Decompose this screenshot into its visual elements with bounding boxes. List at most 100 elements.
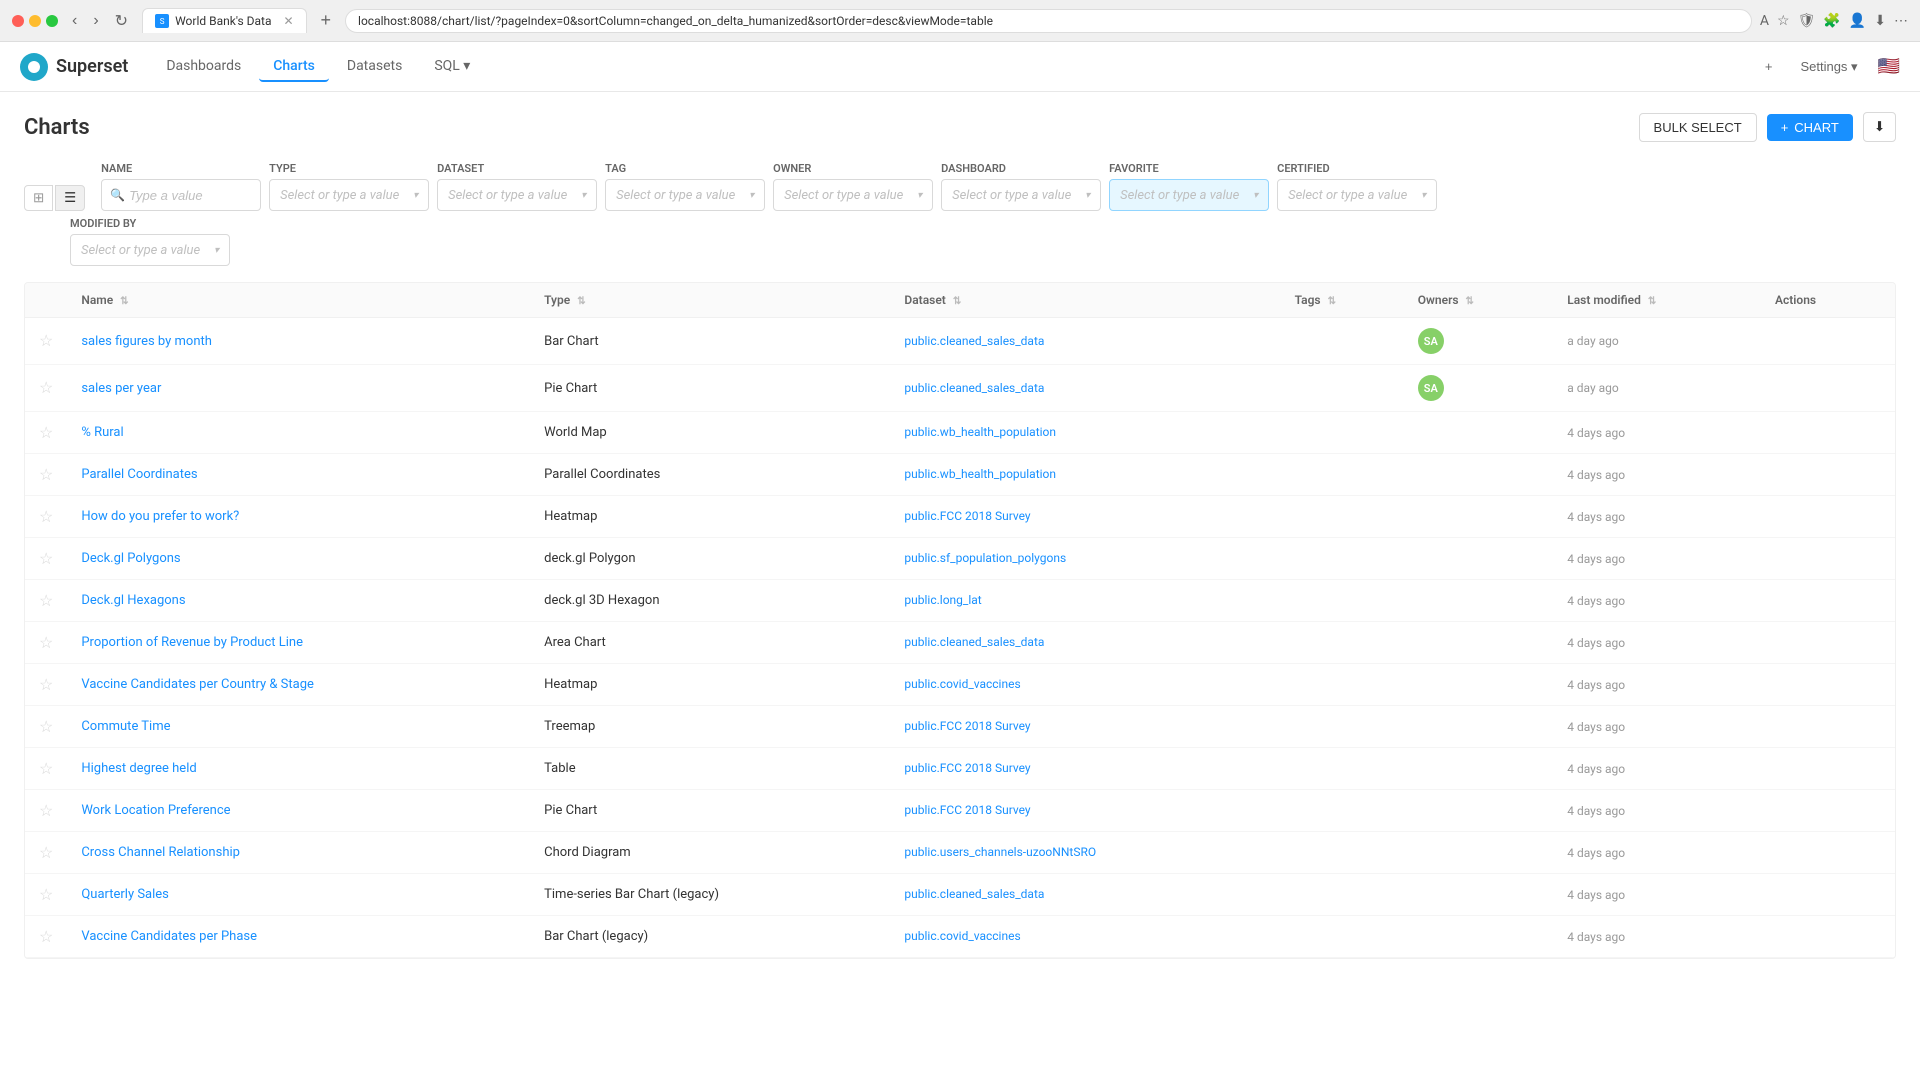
th-tags[interactable]: Tags ⇅ bbox=[1281, 283, 1404, 318]
more-button[interactable]: ⋯ bbox=[1804, 758, 1822, 779]
th-name[interactable]: Name ⇅ bbox=[67, 283, 530, 318]
favorite-star-button[interactable]: ☆ bbox=[39, 507, 53, 527]
add-button[interactable]: + bbox=[1757, 55, 1781, 78]
edit-button[interactable]: ✏️ bbox=[1775, 842, 1796, 863]
th-last-modified[interactable]: Last modified ⇅ bbox=[1553, 283, 1761, 318]
dataset-link[interactable]: public.cleaned_sales_data bbox=[904, 381, 1044, 395]
favorite-star-button[interactable]: ☆ bbox=[39, 801, 53, 821]
chart-name-link[interactable]: sales per year bbox=[81, 381, 161, 396]
edit-button[interactable]: ✏️ bbox=[1775, 378, 1796, 399]
extension-icon[interactable]: 🧩 bbox=[1823, 13, 1840, 29]
dataset-link[interactable]: public.cleaned_sales_data bbox=[904, 887, 1044, 901]
type-filter-select[interactable]: Select or type a value ▾ bbox=[269, 179, 429, 211]
new-tab-button[interactable]: + bbox=[315, 8, 338, 33]
bulk-select-button[interactable]: BULK SELECT bbox=[1639, 113, 1757, 142]
bookmark-icon[interactable]: ☆ bbox=[1777, 13, 1790, 29]
modified-by-filter-select[interactable]: Select or type a value ▾ bbox=[70, 234, 230, 266]
dataset-link[interactable]: public.sf_population_polygons bbox=[904, 551, 1066, 565]
list-view-button[interactable]: ☰ bbox=[55, 185, 85, 211]
more-button[interactable]: ⋯ bbox=[1804, 674, 1822, 695]
favorite-star-button[interactable]: ☆ bbox=[39, 675, 53, 695]
back-button[interactable]: ‹ bbox=[66, 10, 83, 32]
more-button[interactable]: ⋯ bbox=[1804, 632, 1822, 653]
edit-button[interactable]: ✏️ bbox=[1775, 674, 1796, 695]
edit-button[interactable]: ✏️ bbox=[1775, 632, 1796, 653]
translate-icon[interactable]: A bbox=[1760, 13, 1769, 29]
dataset-link[interactable]: public.FCC 2018 Survey bbox=[904, 803, 1030, 817]
edit-button[interactable]: ✏️ bbox=[1775, 331, 1796, 352]
dataset-link[interactable]: public.cleaned_sales_data bbox=[904, 635, 1044, 649]
th-type[interactable]: Type ⇅ bbox=[530, 283, 890, 318]
chart-name-link[interactable]: Vaccine Candidates per Phase bbox=[81, 929, 257, 944]
edit-button[interactable]: ✏️ bbox=[1775, 716, 1796, 737]
more-button[interactable]: ⋯ bbox=[1804, 331, 1822, 352]
dataset-filter-select[interactable]: Select or type a value ▾ bbox=[437, 179, 597, 211]
profile-icon[interactable]: 👤 bbox=[1849, 13, 1866, 29]
download-icon[interactable]: ⬇ bbox=[1874, 13, 1886, 29]
certified-filter-select[interactable]: Select or type a value ▾ bbox=[1277, 179, 1437, 211]
edit-button[interactable]: ✏️ bbox=[1775, 800, 1796, 821]
chart-name-link[interactable]: % Rural bbox=[81, 425, 123, 440]
dataset-link[interactable]: public.wb_health_population bbox=[904, 425, 1056, 439]
chart-name-link[interactable]: Cross Channel Relationship bbox=[81, 845, 240, 860]
th-owners[interactable]: Owners ⇅ bbox=[1404, 283, 1553, 318]
more-button[interactable]: ⋯ bbox=[1804, 716, 1822, 737]
favorite-star-button[interactable]: ☆ bbox=[39, 591, 53, 611]
dashboard-filter-select[interactable]: Select or type a value ▾ bbox=[941, 179, 1101, 211]
chart-name-link[interactable]: Quarterly Sales bbox=[81, 887, 169, 902]
grid-view-button[interactable]: ⊞ bbox=[24, 185, 53, 211]
locale-flag[interactable]: 🇺🇸 bbox=[1878, 56, 1900, 77]
more-button[interactable]: ⋯ bbox=[1804, 506, 1822, 527]
dataset-link[interactable]: public.users_channels-uzooNNtSRO bbox=[904, 845, 1096, 859]
favorite-filter-select[interactable]: Select or type a value ▾ bbox=[1109, 179, 1269, 211]
edit-button[interactable]: ✏️ bbox=[1775, 422, 1796, 443]
more-button[interactable]: ⋯ bbox=[1804, 884, 1822, 905]
nav-sql[interactable]: SQL ▾ bbox=[420, 52, 484, 82]
shield-icon[interactable]: 🛡 bbox=[1798, 13, 1816, 29]
favorite-star-button[interactable]: ☆ bbox=[39, 759, 53, 779]
dataset-link[interactable]: public.long_lat bbox=[904, 593, 981, 607]
chart-name-link[interactable]: sales figures by month bbox=[81, 334, 212, 349]
address-bar[interactable]: localhost:8088/chart/list/?pageIndex=0&s… bbox=[345, 9, 1752, 33]
favorite-star-button[interactable]: ☆ bbox=[39, 378, 53, 398]
dataset-link[interactable]: public.covid_vaccines bbox=[904, 677, 1020, 691]
reload-button[interactable]: ↻ bbox=[109, 9, 134, 33]
edit-button[interactable]: ✏️ bbox=[1775, 590, 1796, 611]
nav-charts[interactable]: Charts bbox=[259, 52, 329, 82]
maximize-dot[interactable] bbox=[46, 15, 58, 27]
name-filter-input[interactable] bbox=[129, 188, 249, 203]
chart-name-link[interactable]: Highest degree held bbox=[81, 761, 196, 776]
dataset-link[interactable]: public.FCC 2018 Survey bbox=[904, 719, 1030, 733]
favorite-star-button[interactable]: ☆ bbox=[39, 885, 53, 905]
more-button[interactable]: ⋯ bbox=[1804, 800, 1822, 821]
edit-button[interactable]: ✏️ bbox=[1775, 884, 1796, 905]
tab-close[interactable]: ✕ bbox=[283, 14, 293, 28]
chart-name-link[interactable]: Deck.gl Polygons bbox=[81, 551, 180, 566]
chart-name-link[interactable]: Vaccine Candidates per Country & Stage bbox=[81, 677, 314, 692]
download-button[interactable]: ⬇ bbox=[1863, 112, 1896, 142]
dataset-link[interactable]: public.covid_vaccines bbox=[904, 929, 1020, 943]
more-button[interactable]: ⋯ bbox=[1804, 926, 1822, 947]
more-button[interactable]: ⋯ bbox=[1804, 590, 1822, 611]
edit-button[interactable]: ✏️ bbox=[1775, 548, 1796, 569]
nav-dashboards[interactable]: Dashboards bbox=[152, 52, 255, 82]
owner-filter-select[interactable]: Select or type a value ▾ bbox=[773, 179, 933, 211]
chart-name-link[interactable]: How do you prefer to work? bbox=[81, 509, 239, 524]
favorite-star-button[interactable]: ☆ bbox=[39, 423, 53, 443]
close-dot[interactable] bbox=[12, 15, 24, 27]
browser-tab[interactable]: S World Bank's Data ✕ bbox=[142, 8, 306, 33]
menu-icon[interactable]: ⋯ bbox=[1894, 13, 1908, 29]
edit-button[interactable]: ✏️ bbox=[1775, 464, 1796, 485]
dataset-link[interactable]: public.cleaned_sales_data bbox=[904, 334, 1044, 348]
th-dataset[interactable]: Dataset ⇅ bbox=[890, 283, 1280, 318]
favorite-star-button[interactable]: ☆ bbox=[39, 549, 53, 569]
more-button[interactable]: ⋯ bbox=[1804, 464, 1822, 485]
more-button[interactable]: ⋯ bbox=[1804, 422, 1822, 443]
edit-button[interactable]: ✏️ bbox=[1775, 506, 1796, 527]
chart-name-link[interactable]: Work Location Preference bbox=[81, 803, 230, 818]
dataset-link[interactable]: public.FCC 2018 Survey bbox=[904, 509, 1030, 523]
favorite-star-button[interactable]: ☆ bbox=[39, 843, 53, 863]
settings-button[interactable]: Settings ▾ bbox=[1792, 55, 1865, 79]
more-button[interactable]: ⋯ bbox=[1804, 378, 1822, 399]
favorite-star-button[interactable]: ☆ bbox=[39, 717, 53, 737]
